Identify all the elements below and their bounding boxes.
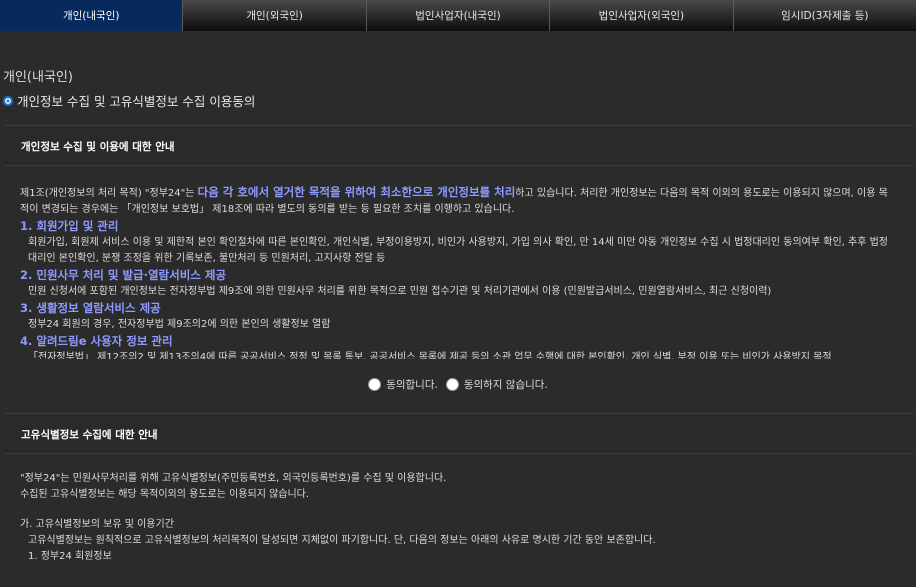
tab-individual-domestic[interactable]: 개인(내국인): [0, 0, 184, 31]
privacy-notice-panel: 개인정보 수집 및 이용에 대한 안내 제1조(개인정보의 처리 목적) "정부…: [4, 125, 914, 360]
consent-title: 개인정보 수집 및 고유식별정보 수집 이용동의: [17, 94, 256, 109]
unique-id-line: 1. 정부24 회원정보: [28, 551, 112, 562]
section-title: 1. 회원가입 및 관리: [20, 219, 119, 233]
unique-id-notice-body[interactable]: "정부24"는 민원사무처리를 위해 고유식별정보(주민등록번호, 외국인등록번…: [4, 454, 914, 587]
section-title: 3. 생활정보 열람서비스 제공: [20, 301, 161, 315]
unique-id-notice-panel: 고유식별정보 수집에 대한 안내 "정부24"는 민원사무처리를 위해 고유식별…: [4, 413, 914, 570]
privacy-intro: 제1조(개인정보의 처리 목적) "정부24"는 다음 각 호에서 열거한 목적…: [20, 184, 896, 218]
disagree-option[interactable]: 동의하지 않습니다.: [445, 377, 548, 392]
agree-label: 동의합니다.: [386, 378, 438, 391]
tab-temporary-id[interactable]: 임시ID(3자제출 등): [733, 0, 916, 31]
page-title: 개인(내국인): [3, 70, 73, 85]
selected-radio-icon: [3, 95, 13, 106]
agreement-options: 동의합니다. 동의하지 않습니다.: [0, 373, 916, 395]
consent-title-row: 개인정보 수집 및 고유식별정보 수집 이용동의: [3, 91, 255, 110]
privacy-notice-heading: 개인정보 수집 및 이용에 대한 안내: [4, 126, 914, 166]
tab-individual-foreign[interactable]: 개인(외국인): [183, 0, 367, 31]
disagree-radio[interactable]: [445, 377, 459, 391]
unique-id-line: 가. 고유식별정보의 보유 및 이용기간: [20, 519, 174, 530]
intro-text-a: 제1조(개인정보의 처리 목적) "정부24"는: [20, 188, 198, 199]
unique-id-line: 고유식별정보는 원칙적으로 고유식별정보의 처리목적이 달성되면 지체없이 파기…: [28, 535, 656, 546]
section-text: 「전자정부법」 제12조의2 및 제13조의4에 따른 공공서비스 정정 및 목…: [28, 352, 832, 359]
unique-id-notice-heading: 고유식별정보 수집에 대한 안내: [4, 414, 914, 454]
section-title: 4. 알려드림e 사용자 정보 관리: [20, 334, 173, 348]
unique-id-line: 수집된 고유식별정보는 해당 목적이외의 용도로는 이용되지 않습니다.: [20, 489, 310, 500]
section-text: 정부24 회원의 경우, 전자정부법 제9조의2에 의한 본인의 생활정보 열람: [28, 319, 331, 330]
tab-corporate-domestic[interactable]: 법인사업자(내국인): [366, 0, 551, 31]
section-text: 민원 신청서에 포함된 개인정보는 전자정부법 제9조에 의한 민원사무 처리를…: [28, 286, 772, 297]
disagree-label: 동의하지 않습니다.: [463, 378, 548, 391]
intro-highlight: 다음 각 호에서 열거한 목적을 위하여 최소한으로 개인정보를 처리: [197, 185, 516, 199]
section-text: 회원가입, 회원제 서비스 이용 및 제한적 본인 확인절차에 따른 본인확인,…: [28, 237, 888, 264]
agree-radio[interactable]: [368, 377, 382, 391]
unique-id-line: "정부24"는 민원사무처리를 위해 고유식별정보(주민등록번호, 외국인등록번…: [20, 473, 447, 484]
agree-option[interactable]: 동의합니다.: [368, 377, 438, 392]
privacy-notice-body[interactable]: 제1조(개인정보의 처리 목적) "정부24"는 다음 각 호에서 열거한 목적…: [4, 166, 914, 359]
tab-bar: 개인(내국인) 개인(외국인) 법인사업자(내국인) 법인사업자(외국인) 임시…: [0, 0, 916, 31]
tab-corporate-foreign[interactable]: 법인사업자(외국인): [550, 0, 734, 31]
section-title: 2. 민원사무 처리 및 발급·열람서비스 제공: [20, 268, 227, 282]
